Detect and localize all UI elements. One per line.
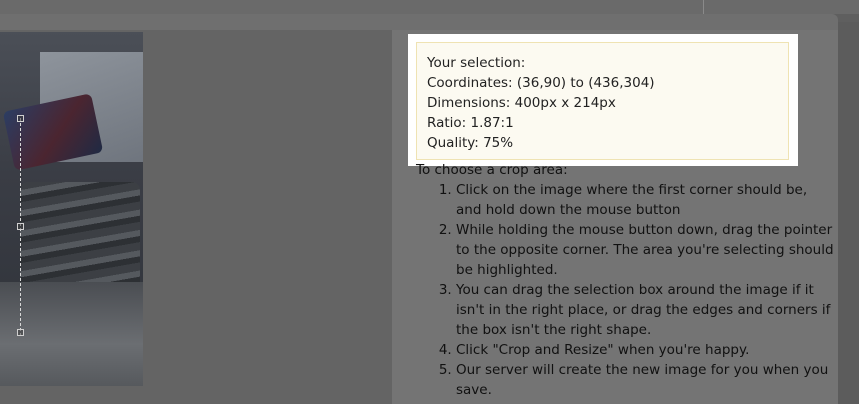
selection-ratio: Ratio: 1.87:1 [427,115,514,131]
top-divider [703,0,704,14]
selection-handle-bottom-left[interactable] [17,329,24,336]
top-strip [0,0,859,14]
crop-instructions: To choose a crop area: Click on the imag… [416,160,836,400]
instruction-step: Click on the image where the first corne… [456,180,836,220]
instructions-list: Click on the image where the first corne… [456,180,836,400]
instruction-step: Click "Crop and Resize" when you're happ… [456,340,836,360]
instruction-step: You can drag the selection box around th… [456,280,836,340]
selection-handle-mid-left[interactable] [17,223,24,230]
selection-summary: Your selection: Coordinates: (36,90) to … [408,34,798,166]
instructions-intro: To choose a crop area: [416,162,568,178]
selection-quality: Quality: 75% [427,135,514,151]
selection-heading: Your selection: [427,55,526,71]
dialog-shadow-edge [838,22,859,404]
instruction-step: Our server will create the new image for… [456,360,836,400]
instruction-step: While holding the mouse button down, dra… [456,220,836,280]
selection-coordinates: Coordinates: (36,90) to (436,304) [427,75,655,91]
selection-handle-top-left[interactable] [17,115,24,122]
selection-dimensions: Dimensions: 400px x 214px [427,95,616,111]
selection-summary-box: Your selection: Coordinates: (36,90) to … [416,42,789,160]
